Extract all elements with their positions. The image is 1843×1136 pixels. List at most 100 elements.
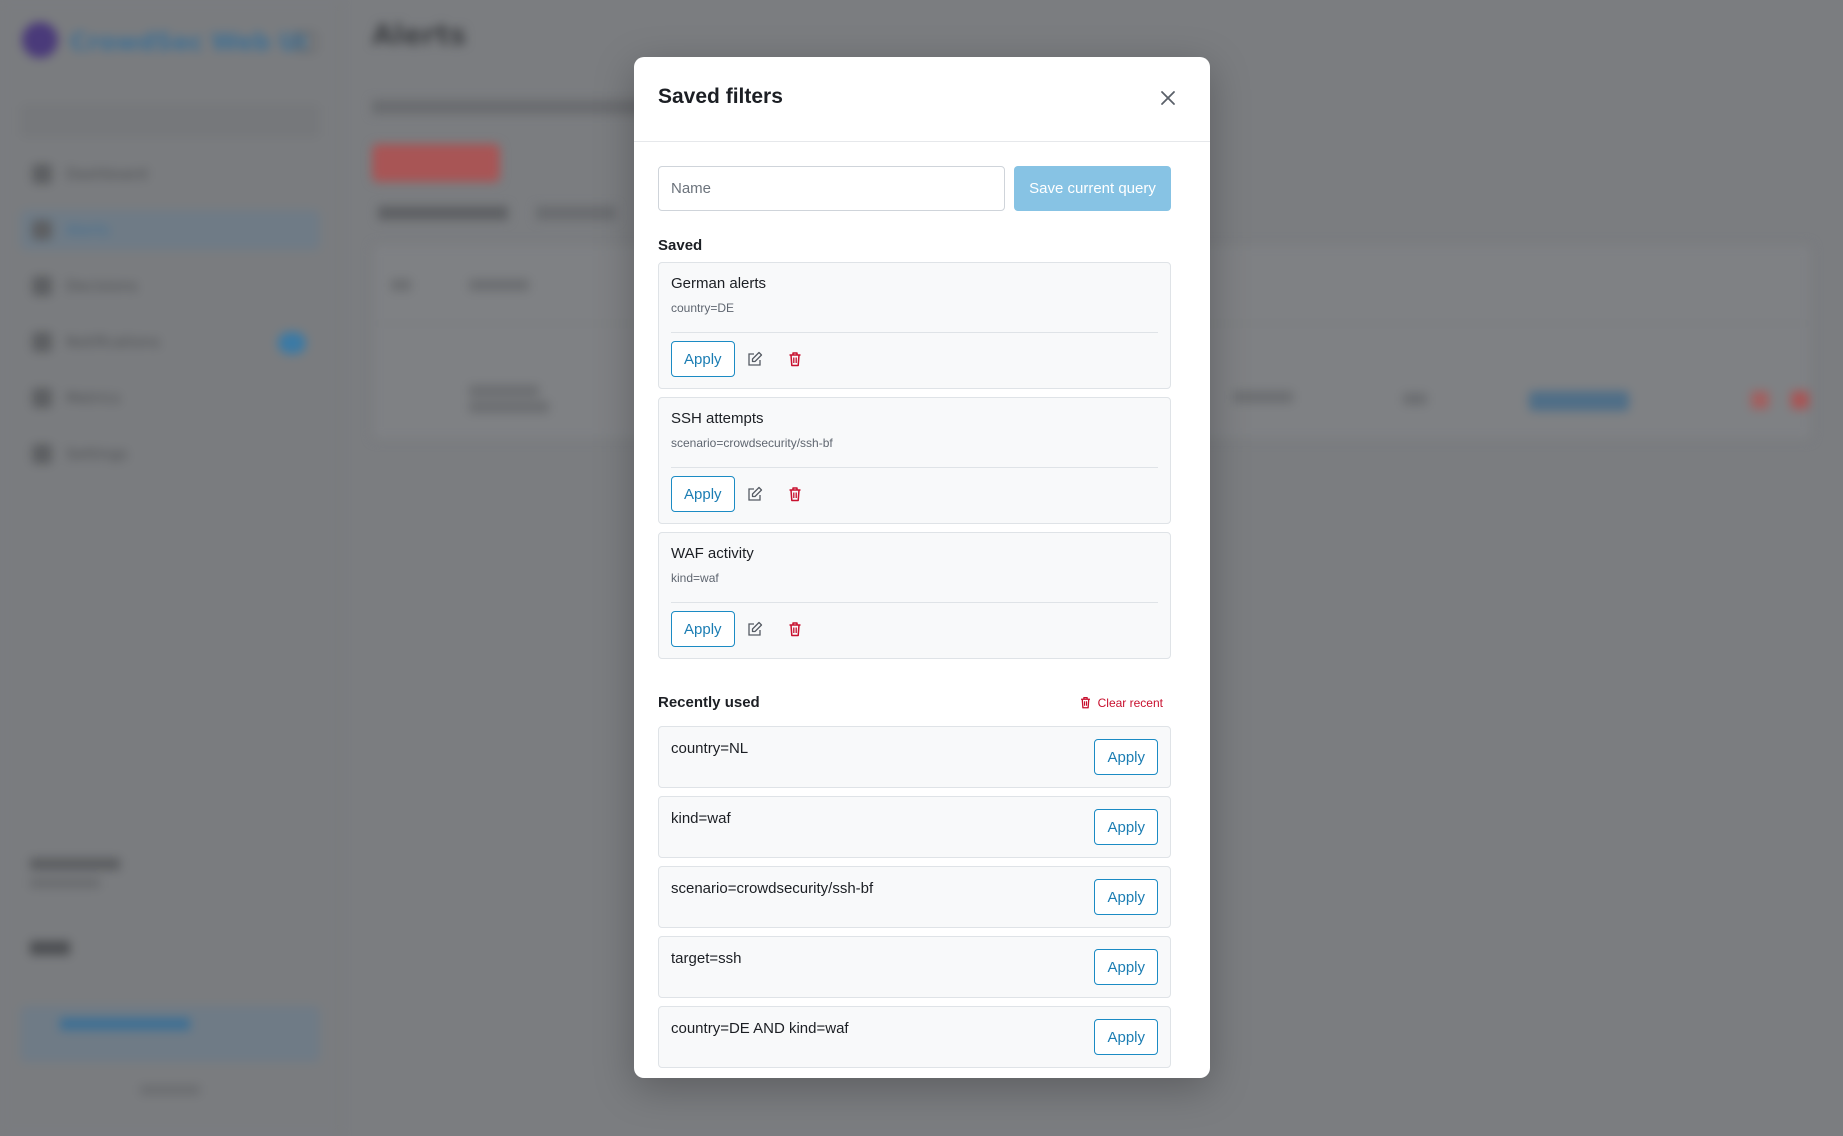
app-brand: CrowdSec Web UI <box>70 28 308 56</box>
trash-icon <box>789 352 801 367</box>
sidebar-item-settings: Settings <box>20 434 320 474</box>
table-action <box>1751 391 1769 409</box>
saved-section-label: Saved <box>658 237 703 254</box>
dashboard-icon <box>32 164 52 184</box>
page-subtitle <box>372 100 662 114</box>
saved-filter-actions: Apply <box>671 341 1158 377</box>
delete-all-button <box>372 144 500 182</box>
save-current-query-button[interactable]: Save current query <box>1014 166 1171 211</box>
notification-badge <box>278 332 306 354</box>
close-button[interactable] <box>1156 86 1180 110</box>
sidebar: CrowdSec Web UI Dashboard Alerts Decisio… <box>0 0 340 1136</box>
edit-icon <box>747 351 762 366</box>
card-divider <box>671 467 1158 468</box>
table-cell <box>469 385 539 397</box>
filter-chip <box>378 206 508 220</box>
sidebar-item-notifications: Notifications <box>20 322 320 362</box>
saved-filter-name: SSH attempts <box>671 410 764 427</box>
alerts-icon <box>32 220 52 240</box>
modal-header: Saved filters <box>634 57 1210 142</box>
saved-filters-modal: Saved filters Save current query Saved G… <box>634 57 1210 1078</box>
saved-filter-card: German alerts country=DE Apply <box>658 262 1171 389</box>
delete-saved-filter-button[interactable] <box>775 611 815 647</box>
toolbar-icon <box>1760 262 1782 284</box>
sidebar-item-dashboard: Dashboard <box>20 154 320 194</box>
saved-filter-name: German alerts <box>671 275 767 292</box>
recent-filter-item: target=ssh Apply <box>658 936 1171 998</box>
notifications-icon <box>32 332 52 352</box>
saved-filter-actions: Apply <box>671 611 1158 647</box>
settings-icon <box>32 444 52 464</box>
apply-recent-filter-button[interactable]: Apply <box>1094 739 1158 775</box>
trash-icon <box>1080 696 1090 709</box>
edit-saved-filter-button[interactable] <box>735 341 775 377</box>
recent-filter-query: country=NL <box>671 740 749 757</box>
saved-filter-query: kind=waf <box>671 571 719 585</box>
delete-saved-filter-button[interactable] <box>775 341 815 377</box>
edit-icon <box>747 621 762 636</box>
sidebar-item-decisions: Decisions <box>20 266 320 306</box>
filter-chip-secondary <box>536 206 616 220</box>
apply-saved-filter-button[interactable]: Apply <box>671 611 735 647</box>
apply-recent-filter-button[interactable]: Apply <box>1094 949 1158 985</box>
saved-filter-query: scenario=crowdsecurity/ssh-bf <box>671 436 833 450</box>
recent-filters-list: country=NL Apply kind=waf Apply scenario… <box>658 726 1171 1068</box>
modal-body: Save current query Saved German alerts c… <box>634 142 1210 1068</box>
table-action <box>1791 391 1809 409</box>
table-cell <box>469 279 529 291</box>
edit-saved-filter-button[interactable] <box>735 476 775 512</box>
sidebar-update-banner <box>20 1006 320 1062</box>
saved-filter-card: SSH attempts scenario=crowdsecurity/ssh-… <box>658 397 1171 524</box>
saved-filter-card: WAF activity kind=waf Apply <box>658 532 1171 659</box>
toolbar-icon <box>1674 262 1696 284</box>
close-icon <box>1161 91 1175 105</box>
save-query-row: Save current query <box>658 166 1171 211</box>
app-logo <box>22 22 58 58</box>
edit-icon <box>747 486 762 501</box>
sidebar-status <box>20 850 320 906</box>
recent-filter-query: target=ssh <box>671 950 742 967</box>
delete-saved-filter-button[interactable] <box>775 476 815 512</box>
apply-saved-filter-button[interactable]: Apply <box>671 341 735 377</box>
card-divider <box>671 602 1158 603</box>
trash-icon <box>789 622 801 637</box>
sidebar-item-metrics: Metrics <box>20 378 320 418</box>
decisions-icon <box>32 276 52 296</box>
apply-recent-filter-button[interactable]: Apply <box>1094 879 1158 915</box>
trash-icon <box>789 487 801 502</box>
clear-recent-label: Clear recent <box>1097 695 1163 710</box>
sidebar-collapse-icon <box>296 32 316 52</box>
recent-filter-item: country=NL Apply <box>658 726 1171 788</box>
recent-filter-query: country=DE AND kind=waf <box>671 1020 849 1037</box>
toolbar-icon <box>1620 262 1642 284</box>
table-cell <box>1403 393 1427 405</box>
recent-filter-query: kind=waf <box>671 810 731 827</box>
filter-name-input[interactable] <box>658 166 1005 211</box>
sidebar-item-alerts: Alerts <box>20 210 320 250</box>
saved-filter-query: country=DE <box>671 301 735 315</box>
apply-recent-filter-button[interactable]: Apply <box>1094 1019 1158 1055</box>
edit-saved-filter-button[interactable] <box>735 611 775 647</box>
recent-section-label: Recently used <box>658 694 760 711</box>
page-title: Alerts <box>372 18 467 51</box>
recent-filter-query: scenario=crowdsecurity/ssh-bf <box>671 880 874 897</box>
metrics-icon <box>32 388 52 408</box>
recent-filter-item: scenario=crowdsecurity/ssh-bf Apply <box>658 866 1171 928</box>
table-cell <box>391 279 411 291</box>
table-cell <box>469 401 549 413</box>
saved-filter-name: WAF activity <box>671 545 754 562</box>
app-version <box>140 1085 200 1095</box>
recent-filter-item: kind=waf Apply <box>658 796 1171 858</box>
apply-recent-filter-button[interactable]: Apply <box>1094 809 1158 845</box>
sidebar-user <box>20 935 320 975</box>
card-divider <box>671 332 1158 333</box>
clear-recent-button[interactable]: Clear recent <box>1079 696 1171 710</box>
modal-title: Saved filters <box>658 85 783 108</box>
apply-saved-filter-button[interactable]: Apply <box>671 476 735 512</box>
saved-filter-actions: Apply <box>671 476 1158 512</box>
table-tag <box>1529 391 1629 411</box>
table-cell <box>1233 391 1293 403</box>
workspace-select <box>20 104 320 138</box>
recent-section-header: Recently used Clear recent <box>658 694 1171 711</box>
saved-filters-list: German alerts country=DE Apply SSH attem… <box>658 262 1171 659</box>
